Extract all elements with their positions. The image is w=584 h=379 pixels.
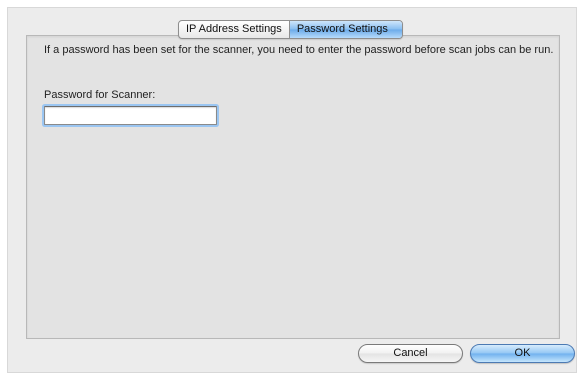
password-input[interactable]	[44, 106, 217, 125]
tab-ip-address-settings[interactable]: IP Address Settings	[179, 21, 289, 38]
password-description: If a password has been set for the scann…	[44, 44, 554, 56]
tab-password-settings[interactable]: Password Settings	[288, 21, 402, 38]
settings-panel	[26, 35, 560, 339]
password-field-label: Password for Scanner:	[44, 89, 156, 101]
tab-bar: IP Address Settings Password Settings	[178, 20, 403, 39]
ok-button[interactable]: OK	[470, 344, 575, 363]
cancel-button[interactable]: Cancel	[358, 344, 463, 363]
